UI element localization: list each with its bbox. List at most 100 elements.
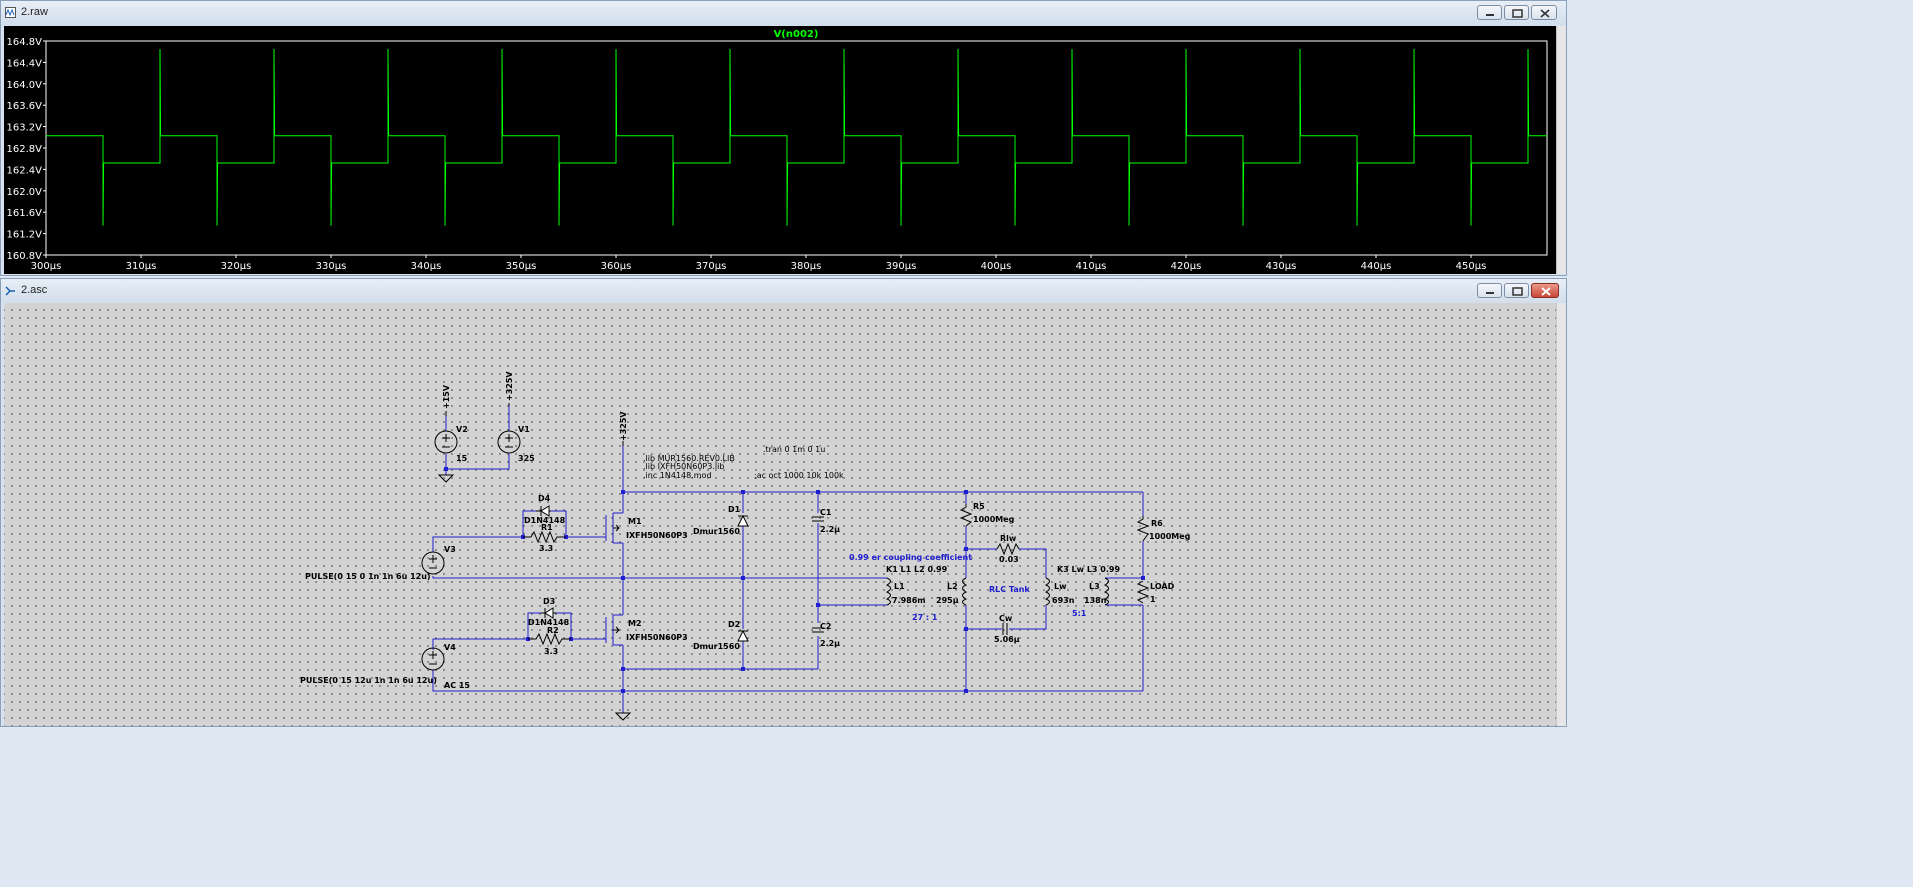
c2-label: C2 bbox=[820, 622, 831, 631]
ratio-5-1: 5:1 bbox=[1072, 609, 1087, 618]
r6-value: 1000Meg bbox=[1149, 532, 1191, 541]
y-tick-label: 161.2V bbox=[7, 230, 43, 241]
lw-inductor[interactable] bbox=[1044, 577, 1050, 606]
y-tick-label: 162.8V bbox=[7, 144, 43, 155]
m1-label: M1 bbox=[628, 517, 642, 526]
l2-label: L2 bbox=[947, 582, 958, 591]
x-tick-label: 340µs bbox=[411, 261, 442, 272]
x-tick-label: 410µs bbox=[1076, 261, 1107, 272]
m1-model: IXFH50N60P3 bbox=[626, 531, 688, 540]
v3-source[interactable] bbox=[421, 551, 445, 575]
waveform-scrollbar[interactable] bbox=[1556, 26, 1566, 274]
l2-value: 295µ bbox=[936, 596, 959, 605]
v1-label: V1 bbox=[518, 425, 530, 434]
v4-value: PULSE(0 15 12u 1n 1n 6u 12u) bbox=[300, 676, 437, 685]
trace-label[interactable]: V(n002) bbox=[774, 29, 819, 40]
x-tick-label: 430µs bbox=[1266, 261, 1297, 272]
load-value: 1 bbox=[1150, 595, 1156, 604]
schematic-titlebar[interactable]: 2.asc bbox=[1, 279, 1566, 303]
l1-inductor[interactable] bbox=[885, 577, 891, 606]
c2-value: 2.2µ bbox=[820, 639, 840, 648]
m1-arrow bbox=[613, 524, 620, 532]
d4-diode[interactable] bbox=[536, 505, 551, 517]
l2-inductor[interactable] bbox=[962, 577, 968, 606]
schematic-drawing[interactable]: +15V +325V +325V V2 15 V1 325 .lib MUR15… bbox=[4, 303, 1557, 726]
tran-directive: .tran 0 1m 0 1u bbox=[763, 445, 825, 454]
x-tick-label: 440µs bbox=[1361, 261, 1392, 272]
lib2-directive: .lib IXFH50N60P3.lib bbox=[643, 462, 724, 471]
y-tick-label: 164.4V bbox=[7, 58, 43, 69]
v2-source[interactable] bbox=[434, 430, 458, 454]
l1-value: 7.986m bbox=[892, 596, 926, 605]
r5-resistor[interactable] bbox=[959, 504, 973, 527]
d1-model: Dmur1560 bbox=[693, 527, 740, 536]
minimize-button[interactable] bbox=[1477, 283, 1502, 298]
restore-icon bbox=[1512, 287, 1523, 296]
y-tick-label: 163.6V bbox=[7, 101, 43, 112]
rlw-resistor[interactable] bbox=[996, 542, 1020, 556]
ratio-27-1: 27 : 1 bbox=[912, 613, 938, 622]
c1-capacitor[interactable] bbox=[812, 516, 824, 522]
r1-label: R1 bbox=[541, 523, 553, 532]
r6-label: R6 bbox=[1151, 519, 1163, 528]
cw-value: 5.06µ bbox=[994, 635, 1020, 644]
y-tick-label: 164.0V bbox=[7, 80, 43, 91]
v4-ac: AC 15 bbox=[444, 681, 470, 690]
c1-value: 2.2µ bbox=[820, 525, 840, 534]
restore-icon bbox=[1512, 9, 1523, 18]
r2-value: 3.3 bbox=[544, 647, 558, 656]
v2-net-label: +15V bbox=[442, 384, 451, 409]
k3-label: K3 Lw L3 0.99 bbox=[1057, 565, 1120, 574]
x-tick-label: 300µs bbox=[31, 261, 62, 272]
waveform-chart[interactable]: V(n002) 164.8V164.4V164.0V163.6V163.2V16… bbox=[4, 26, 1556, 274]
minimize-icon bbox=[1486, 14, 1494, 16]
x-tick-label: 390µs bbox=[886, 261, 917, 272]
close-button[interactable] bbox=[1531, 5, 1557, 20]
schematic-scrollbar[interactable] bbox=[1556, 303, 1566, 726]
v4-source[interactable] bbox=[421, 647, 445, 671]
m2-label: M2 bbox=[628, 619, 642, 628]
m2-arrow bbox=[613, 626, 620, 634]
r6-resistor[interactable] bbox=[1136, 516, 1150, 542]
waveform-window: 2.raw V(n002) 164.8V 164.4V 164.0V 163.6V 16… bbox=[0, 0, 1567, 276]
waveform-plot-area[interactable]: V(n002) 164.8V 164.4V 164.0V 163.6V 163.2V 16… bbox=[4, 26, 1556, 274]
minimize-button[interactable] bbox=[1477, 5, 1502, 20]
d1-diode[interactable] bbox=[737, 514, 749, 527]
ground-symbol bbox=[614, 712, 632, 721]
k1-label: K1 L1 L2 0.99 bbox=[886, 565, 948, 574]
x-tick-label: 380µs bbox=[791, 261, 822, 272]
r2-resistor[interactable] bbox=[528, 632, 571, 646]
schematic-window: 2.asc +15V +325V +325V V2 15 V1 325 .lib… bbox=[0, 278, 1567, 727]
rlc-tank-label: RLC Tank bbox=[989, 585, 1030, 594]
x-tick-label: 360µs bbox=[601, 261, 632, 272]
x-axis-ticks: 300µs 310µs 320µs 330µs 340µs 350µs 360µs 370µs… bbox=[31, 255, 1486, 272]
y-tick-label: 163.2V bbox=[7, 123, 43, 134]
load-resistor[interactable] bbox=[1136, 580, 1150, 604]
cw-capacitor[interactable] bbox=[1002, 623, 1008, 635]
v-n002-trace bbox=[46, 49, 1547, 226]
restore-button[interactable] bbox=[1504, 283, 1529, 298]
v1-net-label: +325V bbox=[505, 371, 514, 401]
waveform-window-icon bbox=[5, 7, 16, 18]
r1-resistor[interactable] bbox=[523, 530, 566, 544]
waveform-titlebar[interactable]: 2.raw bbox=[1, 1, 1566, 25]
v3-value: PULSE(0 15 0 1n 1n 6u 12u) bbox=[305, 572, 431, 581]
lw-label: Lw bbox=[1054, 582, 1067, 591]
d3-diode[interactable] bbox=[541, 607, 556, 619]
ac-directive: ;ac oct 1000 10k 100k bbox=[754, 471, 844, 480]
v1-value: 325 bbox=[518, 454, 535, 463]
d4-label: D4 bbox=[538, 494, 551, 503]
restore-button[interactable] bbox=[1504, 5, 1529, 20]
y-axis-ticks: 164.8V 164.4V 164.0V 163.6V 163.2V 162.8V 162.… bbox=[7, 37, 46, 262]
r5-label: R5 bbox=[973, 502, 985, 511]
schematic-canvas[interactable]: +15V +325V +325V V2 15 V1 325 .lib MUR15… bbox=[4, 303, 1557, 726]
rlw-value: 0.03 bbox=[999, 555, 1019, 564]
d2-diode[interactable] bbox=[737, 629, 749, 642]
r5-value: 1000Meg bbox=[973, 515, 1015, 524]
close-button[interactable] bbox=[1531, 283, 1559, 298]
schematic-window-title: 2.asc bbox=[21, 284, 48, 296]
x-tick-label: 350µs bbox=[506, 261, 537, 272]
r2-label: R2 bbox=[547, 626, 559, 635]
y-tick-label: 161.6V bbox=[7, 208, 43, 219]
v1-source[interactable] bbox=[497, 430, 521, 454]
